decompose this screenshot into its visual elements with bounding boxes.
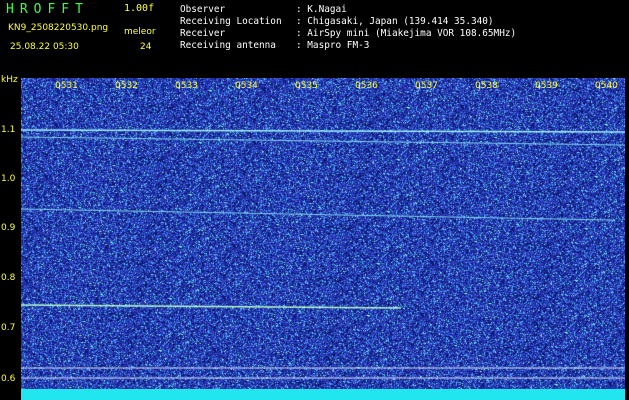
mode-value: 24: [140, 42, 152, 52]
time-tick: 0536: [355, 81, 378, 91]
frequency-unit-label: kHz: [1, 75, 18, 85]
antenna-value: : Maspro FM-3: [296, 40, 370, 51]
datetime-label: 25.08.22 05:30: [10, 42, 79, 52]
time-tick: 0540: [595, 81, 618, 91]
receiver-value: : AirSpy mini (Miakejima VOR 108.65MHz): [296, 28, 517, 39]
time-tick: 0532: [115, 81, 138, 91]
location-value: : Chigasaki, Japan (139.414 35.340): [296, 16, 494, 27]
time-tick: 0535: [295, 81, 318, 91]
filename-label: KN9_2508220530.png: [8, 23, 109, 33]
time-tick: 0531: [55, 81, 78, 91]
receiver-key: Receiver: [180, 28, 226, 39]
version-label: 1.00f: [124, 3, 155, 14]
observer-value: : K.Nagai: [296, 4, 347, 15]
frequency-tick: 0.9: [1, 223, 16, 233]
observer-key: Observer: [180, 4, 226, 15]
bottom-band: [21, 389, 625, 400]
frequency-tick: 0.6: [1, 374, 16, 384]
time-tick: 0539: [535, 81, 558, 91]
frequency-tick: 1.1: [1, 125, 16, 135]
location-key: Receiving Location: [180, 16, 282, 27]
frequency-tick: 0.8: [1, 273, 16, 283]
time-tick: 0537: [415, 81, 438, 91]
frequency-tick: 0.7: [1, 323, 16, 333]
time-tick: 0538: [475, 81, 498, 91]
app-title: HROFFT: [6, 2, 89, 17]
time-tick: 0533: [175, 81, 198, 91]
header-panel: HROFFT 1.00f KN9_2508220530.png 25.08.22…: [0, 0, 629, 72]
spectrogram-canvas: [21, 78, 625, 389]
time-tick: 0534: [235, 81, 258, 91]
mode-label: meleor: [124, 27, 156, 37]
spectrogram-panel: kHz 1.1 1.0 0.9 0.8 0.7 0.6 0531 0532 05…: [0, 72, 629, 400]
antenna-key: Receiving antenna: [180, 40, 276, 51]
frequency-tick: 1.0: [1, 174, 16, 184]
